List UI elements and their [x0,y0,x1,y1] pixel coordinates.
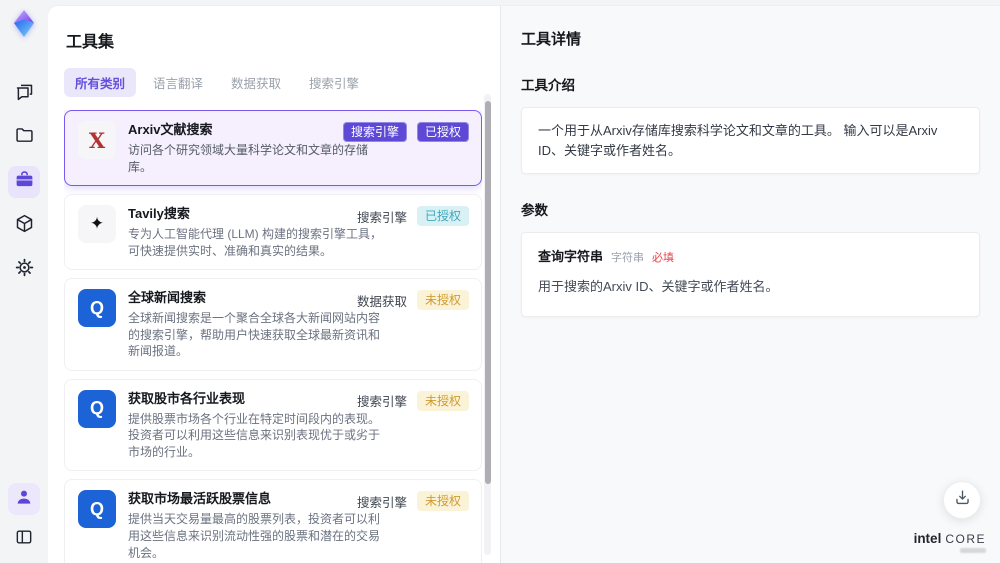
stocks-tool-icon: Q [78,490,116,529]
tab-data-fetch[interactable]: 数据获取 [220,68,292,97]
package-icon [14,213,35,239]
param-name: 查询字符串 [538,249,604,264]
tool-card-global-news[interactable]: Q 全球新闻搜索 全球新闻搜索是一个聚合全球各大新闻网站内容的搜索引擎，帮助用户… [64,278,482,371]
params-heading: 参数 [521,203,548,218]
page-title: 工具集 [66,34,115,51]
tool-list: X Arxiv文献搜索 访问各个研究领域大量科学论文和文章的存储库。 搜索引擎 … [64,110,482,563]
param-description: 用于搜索的Arxiv ID、关键字或作者姓名。 [538,278,779,294]
category-label: 搜索引擎 [356,495,407,510]
user-icon [14,487,34,512]
category-badge: 搜索引擎 [342,122,407,142]
toolset-pane: 工具集 所有类别 语言翻译 数据获取 搜索引擎 X Arxiv文献搜索 访问各个… [48,6,500,563]
param-required-flag: 必填 [652,252,675,264]
main-content: 工具集 所有类别 语言翻译 数据获取 搜索引擎 X Arxiv文献搜索 访问各个… [48,6,1000,563]
tool-description: 专为人工智能代理 (LLM) 构建的搜索引擎工具，可快速提供实时、准确和真实的结… [128,227,383,258]
news-tool-icon: Q [78,289,116,328]
param-type: 字符串 [611,252,645,264]
tool-card-tavily[interactable]: ✦ Tavily搜索 专为人工智能代理 (LLM) 构建的搜索引擎工具，可快速提… [64,194,482,271]
app-sidebar [0,0,48,563]
gear-icon [14,257,35,283]
intel-wordmark: intel [913,530,942,546]
tool-card-arxiv[interactable]: X Arxiv文献搜索 访问各个研究领域大量科学论文和文章的存储库。 搜索引擎 … [64,110,482,187]
status-badge: 未授权 [416,390,469,411]
status-badge: 未授权 [416,491,469,512]
category-label: 数据获取 [356,294,407,309]
category-label: 搜索引擎 [356,210,407,225]
tool-card-active-stocks[interactable]: Q 获取市场最活跃股票信息 提供当天交易量最高的股票列表，投资者可以利用这些信息… [64,479,482,563]
tool-description: 全球新闻搜索是一个聚合全球各大新闻网站内容的搜索引擎，帮助用户快速获取全球最新资… [128,311,381,359]
param-box: 查询字符串 字符串 必填 用于搜索的Arxiv ID、关键字或作者姓名。 [521,232,980,317]
download-icon [953,488,972,512]
arxiv-tool-icon: X [78,121,116,159]
sidebar-item-user[interactable] [8,483,40,515]
intel-core-logo: intel CORE [913,530,986,553]
panel-icon [14,527,34,552]
download-button[interactable] [943,481,981,519]
tool-description: 提供当天交易量最高的股票列表，投资者可以利用这些信息来识别流动性强的股票和潜在的… [128,512,381,560]
core-wordmark: CORE [945,531,986,546]
sidebar-item-collapse[interactable] [8,523,40,555]
tavily-tool-icon: ✦ [78,205,116,244]
tool-card-sector-performance[interactable]: Q 获取股市各行业表现 提供股票市场各个行业在特定时间段内的表现。投资者可以利用… [64,378,482,472]
list-scrollbar[interactable] [484,94,491,555]
sidebar-item-files[interactable] [8,122,40,154]
category-tabs: 所有类别 语言翻译 数据获取 搜索引擎 [64,68,500,97]
details-title: 工具详情 [521,31,582,48]
toolbox-icon [14,169,35,195]
status-badge: 未授权 [416,290,469,311]
chat-icon [14,81,35,107]
tool-description: 访问各个研究领域大量科学论文和文章的存储库。 [128,143,369,174]
category-label: 搜索引擎 [356,395,407,410]
sidebar-item-toolset[interactable] [8,166,40,198]
tab-all-categories[interactable]: 所有类别 [64,68,137,97]
status-badge: 已授权 [416,122,469,142]
tab-search-engine[interactable]: 搜索引擎 [298,68,370,97]
tool-description: 提供股票市场各个行业在特定时间段内的表现。投资者可以利用这些信息来识别表现优于或… [128,411,381,459]
status-badge: 已授权 [416,206,469,227]
intro-heading: 工具介绍 [521,78,575,93]
stocks-tool-icon: Q [78,389,116,428]
sidebar-item-chat[interactable] [8,78,40,110]
sidebar-item-packages[interactable] [8,210,40,242]
sidebar-item-settings[interactable] [8,254,40,286]
scrollbar-thumb[interactable] [484,101,491,484]
app-logo [8,8,40,40]
tool-details-pane: 工具详情 工具介绍 一个用于从Arxiv存储库搜索科学论文和文章的工具。 输入可… [500,6,1000,563]
folder-icon [14,125,35,151]
tab-translation[interactable]: 语言翻译 [142,68,214,97]
intro-box: 一个用于从Arxiv存储库搜索科学论文和文章的工具。 输入可以是Arxiv ID… [521,107,980,174]
intel-logo-sub [960,548,986,553]
